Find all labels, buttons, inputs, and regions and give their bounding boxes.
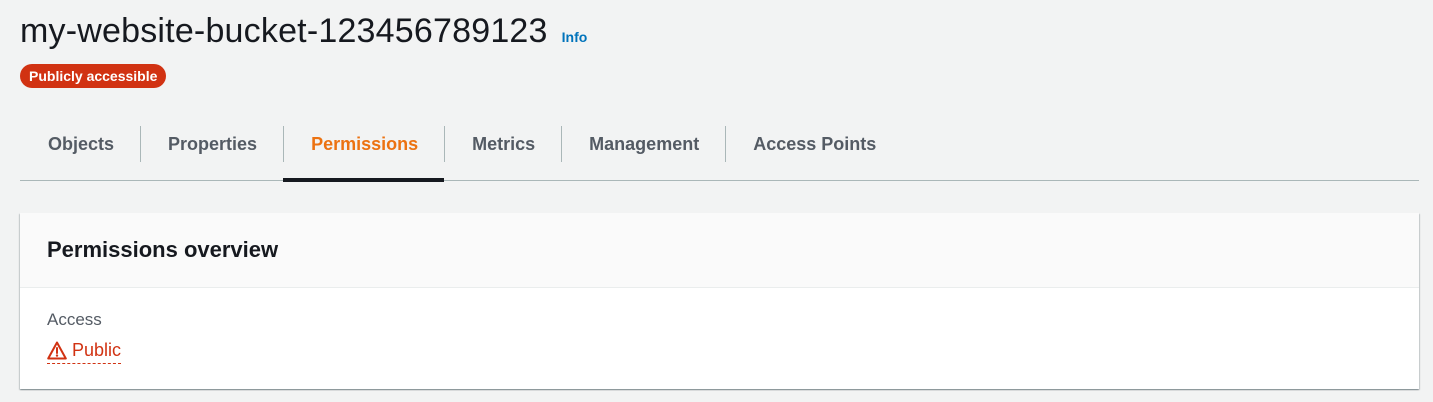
panel-header: Permissions overview — [20, 213, 1419, 288]
access-label: Access — [47, 310, 102, 329]
panel-body: Access Public — [20, 288, 1419, 365]
page-title: my-website-bucket-123456789123 — [20, 12, 548, 50]
warning-icon — [47, 341, 67, 360]
tab-management[interactable]: Management — [561, 108, 725, 180]
permissions-overview-panel: Permissions overview Access Public — [20, 213, 1419, 389]
tab-metrics[interactable]: Metrics — [444, 108, 561, 180]
tab-properties[interactable]: Properties — [140, 108, 283, 180]
status-badge: Publicly accessible — [20, 64, 167, 88]
tab-bar: Objects Properties Permissions Metrics M… — [20, 108, 1419, 182]
title-row: my-website-bucket-123456789123 Info — [20, 12, 587, 51]
access-value: Public — [72, 340, 122, 360]
tab-permissions[interactable]: Permissions — [283, 108, 445, 182]
bucket-page: my-website-bucket-123456789123 Info Publ… — [0, 0, 1433, 402]
tab-objects[interactable]: Objects — [20, 108, 140, 180]
info-link[interactable]: Info — [562, 29, 588, 45]
access-value-link[interactable]: Public — [47, 340, 122, 364]
panel-title: Permissions overview — [47, 237, 279, 262]
tab-access-points[interactable]: Access Points — [725, 108, 902, 180]
